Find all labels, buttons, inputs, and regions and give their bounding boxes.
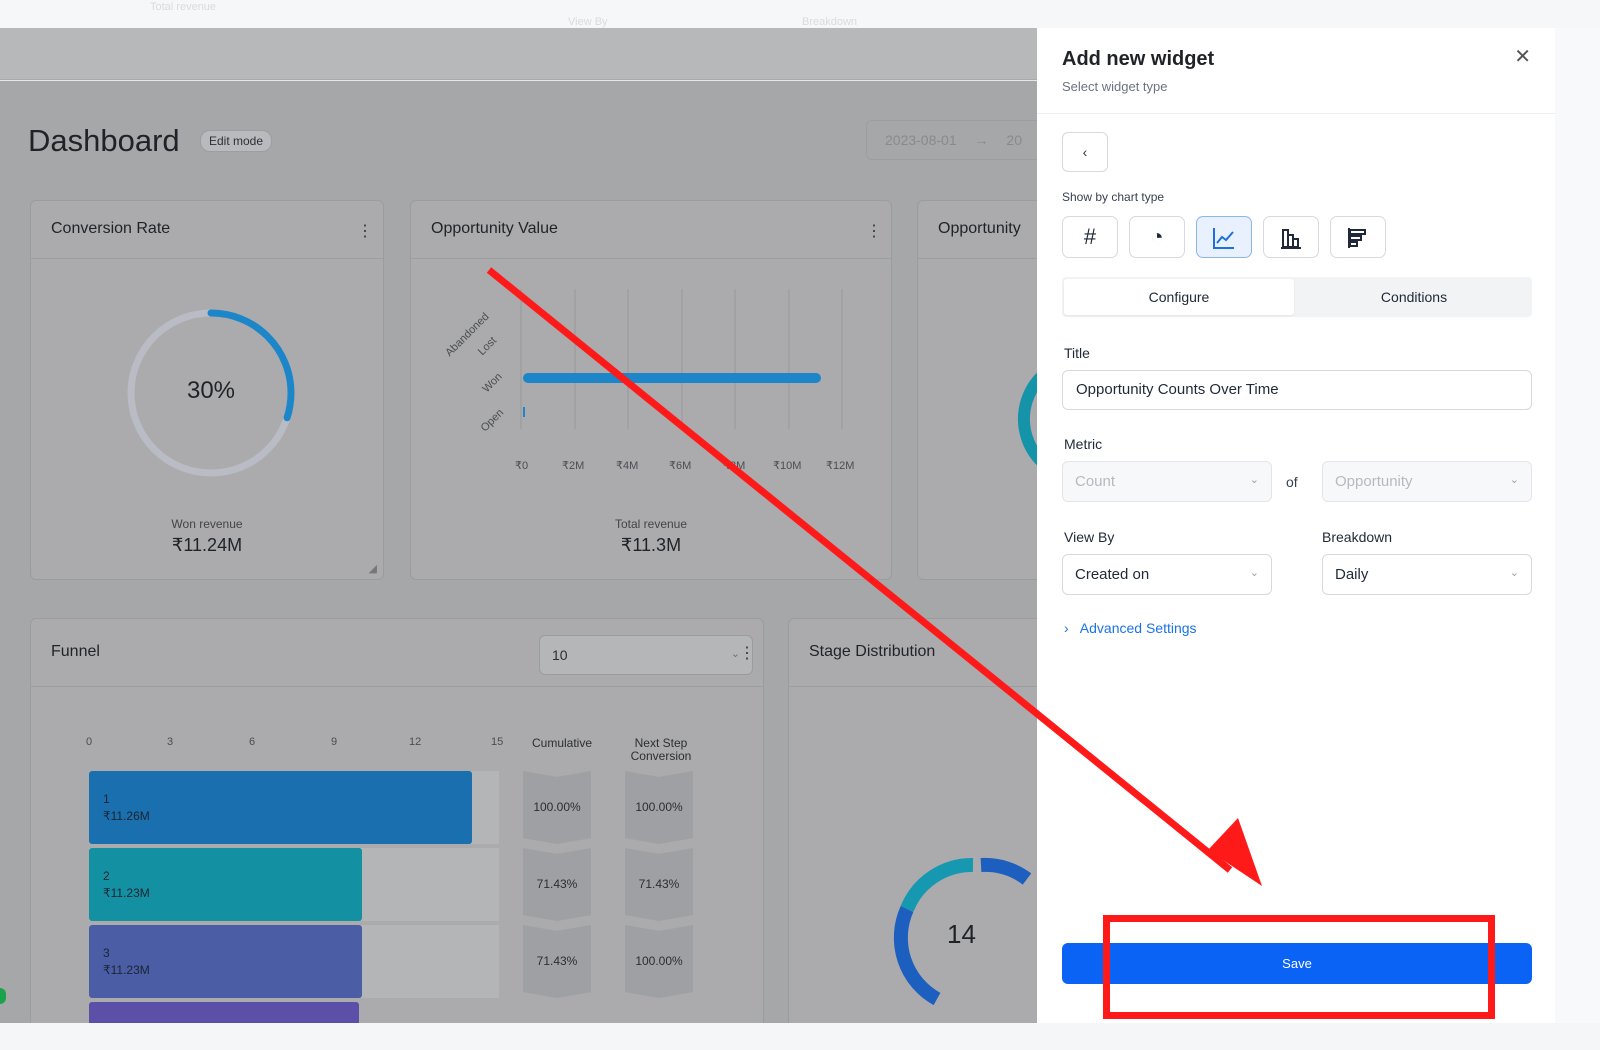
arrowhead-icon [1208,818,1262,886]
annotation-arrow [486,267,1262,886]
annotation-highlight-box [1103,915,1495,1019]
